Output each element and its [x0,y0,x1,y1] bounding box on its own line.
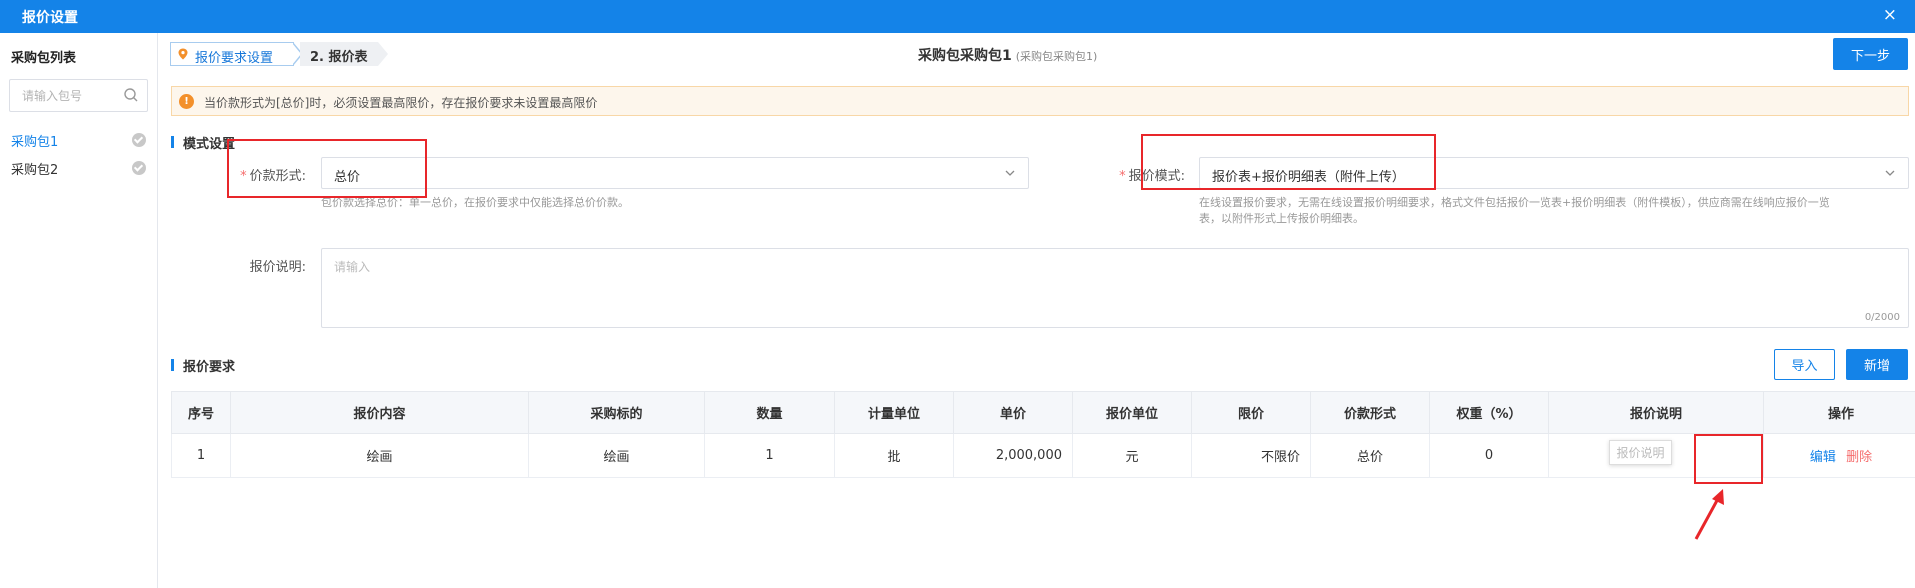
step-quote-table[interactable]: 2. 报价表 [300,42,378,66]
step-label: 2. 报价表 [310,50,368,65]
quote-mode-hint-line2: 表，以附件形式上传报价明细表。 [1199,212,1364,225]
chevron-down-icon [1885,170,1895,176]
note-tooltip-wrapper: 报价说明 无 [1609,440,1672,465]
delete-link[interactable]: 删除 [1846,450,1872,465]
package-search-input[interactable] [10,80,120,111]
column-header: 操作 [1763,391,1915,434]
column-header: 序号 [171,391,231,434]
chevron-down-icon [1005,170,1015,176]
window-title-bar: 报价设置 × [0,0,1915,33]
note-tooltip: 报价说明 [1609,440,1672,465]
cell-unit-price: 2,000,000 [953,433,1073,478]
package-search [9,79,148,112]
sidebar-item-package-2[interactable]: 采购包2 [11,157,146,179]
quote-note-textarea[interactable]: 请输入 0/2000 [321,248,1909,328]
location-pin-icon [178,48,188,60]
sidebar-item-package-1[interactable]: 采购包1 [11,129,146,151]
sidebar-item-label: 采购包2 [11,163,59,178]
cell-price-form: 总价 [1310,433,1430,478]
quote-note-label: 报价说明: [249,260,306,275]
cell-index: 1 [171,433,231,478]
warning-icon: ! [179,94,194,109]
alert-text: 当价款形式为[总价]时，必须设置最高限价，存在报价要求未设置最高限价 [204,96,598,110]
warning-alert: ! 当价款形式为[总价]时，必须设置最高限价，存在报价要求未设置最高限价 [171,86,1909,116]
column-header: 数量 [704,391,835,434]
requirements-table: 序号 报价内容 采购标的 数量 计量单位 单价 报价单位 限价 价款形式 权重（… [171,391,1915,478]
cell-quote-unit: 元 [1072,433,1192,478]
cell-actions: 编辑 删除 [1763,433,1915,478]
column-header: 权重（%） [1429,391,1549,434]
quote-mode-hint-line1: 在线设置报价要求，无需在线设置报价明细要求，格式文件包括报价一览表+报价明细表（… [1199,196,1830,209]
add-button[interactable]: 新增 [1846,349,1908,380]
cell-target: 绘画 [528,433,705,478]
cell-limit: 不限价 [1191,433,1311,478]
annotation-arrow-icon [1694,489,1724,540]
column-header: 报价内容 [230,391,529,434]
cell-quantity: 1 [704,433,835,478]
column-header: 报价单位 [1072,391,1192,434]
page-subtitle: (采购包采购包1) [1015,50,1098,63]
cell-weight: 0 [1429,433,1549,478]
step-arrow [378,42,388,66]
column-header: 价款形式 [1310,391,1430,434]
cell-content: 绘画 [230,433,529,478]
window-title: 报价设置 [22,10,78,26]
requirements-heading: 报价要求 [171,356,235,375]
next-step-button[interactable]: 下一步 [1833,38,1908,70]
column-header: 限价 [1191,391,1311,434]
table-row: 1 绘画 绘画 1 批 2,000,000 元 不限价 总价 0 报价说明 无 … [171,433,1915,478]
quote-note-placeholder: 请输入 [334,260,371,274]
sidebar-item-label: 采购包1 [11,135,59,150]
edit-link[interactable]: 编辑 [1810,450,1836,465]
column-header: 计量单位 [834,391,954,434]
check-circle-icon [132,133,146,147]
column-header: 采购标的 [528,391,705,434]
sidebar-title: 采购包列表 [11,51,77,66]
page-title-text: 采购包采购包1 [918,48,1012,64]
column-header: 报价说明 [1548,391,1764,434]
column-header: 单价 [953,391,1073,434]
cell-unit: 批 [834,433,954,478]
highlight-box-price-form [227,139,427,198]
quote-mode-hint: 在线设置报价要求，无需在线设置报价明细要求，格式文件包括报价一览表+报价明细表（… [1199,195,1899,227]
search-icon[interactable] [123,87,139,103]
highlight-box-edit [1694,434,1763,484]
mode-settings-heading: 模式设置 [171,133,235,152]
import-button[interactable]: 导入 [1774,349,1835,380]
package-sidebar: 采购包列表 采购包1 采购包2 [0,33,158,588]
page-title: 采购包采购包1 (采购包采购包1) [918,45,1097,65]
price-form-select[interactable]: 总价 [321,157,1029,189]
close-icon[interactable]: × [1883,5,1897,25]
step-quote-requirements[interactable]: 报价要求设置 [170,42,294,66]
highlight-box-quote-mode [1141,134,1436,190]
check-circle-icon [132,161,146,175]
table-header-row: 序号 报价内容 采购标的 数量 计量单位 单价 报价单位 限价 价款形式 权重（… [171,391,1915,434]
char-counter: 0/2000 [1864,312,1900,323]
step-label: 报价要求设置 [195,51,274,66]
